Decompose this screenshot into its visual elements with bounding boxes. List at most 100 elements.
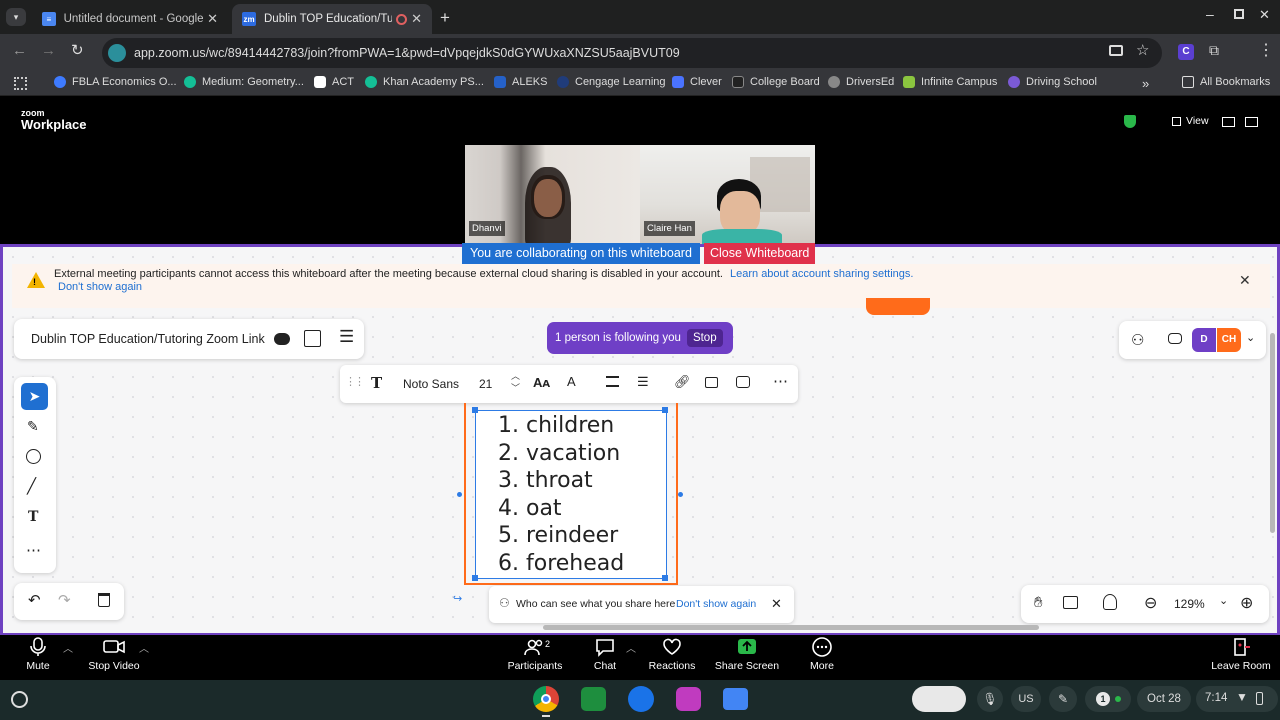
- tab-zoom[interactable]: zm Dublin TOP Education/Tuto ✕: [232, 4, 432, 34]
- stylus-icon[interactable]: ✎: [1049, 686, 1077, 712]
- font-family-select[interactable]: Noto Sans: [403, 377, 459, 391]
- zoom-out-icon[interactable]: ⊖: [1144, 593, 1157, 613]
- close-tab-icon[interactable]: ✕: [207, 11, 218, 27]
- comments-icon[interactable]: [1168, 333, 1182, 344]
- reactions-button[interactable]: Reactions: [649, 637, 695, 672]
- text-case-icon[interactable]: Aᴀ: [533, 375, 550, 390]
- side-handle[interactable]: [678, 492, 683, 497]
- fullscreen-icon[interactable]: [1245, 117, 1258, 127]
- redo-icon[interactable]: ↷: [58, 591, 71, 609]
- text-box-selection[interactable]: 1. children 2. vacation 3. throat 4. oat…: [475, 410, 667, 579]
- video-tile-dhanvi[interactable]: Dhanvi: [465, 145, 640, 244]
- bookmark-star-icon[interactable]: ☆: [1136, 41, 1149, 59]
- align-icon[interactable]: [606, 376, 619, 387]
- bookmark-item[interactable]: Cengage Learning: [557, 76, 666, 88]
- connector-icon[interactable]: ↪: [453, 592, 462, 605]
- back-icon[interactable]: ←: [12, 42, 27, 59]
- security-shield-icon[interactable]: [1124, 115, 1136, 128]
- new-tab-button[interactable]: +: [440, 8, 450, 28]
- files-app-icon[interactable]: [723, 688, 748, 710]
- classroom-app-icon[interactable]: [581, 687, 606, 711]
- comment-icon[interactable]: [736, 376, 750, 388]
- tab-google-docs[interactable]: ≡ Untitled document - Google Do ✕: [32, 4, 228, 34]
- learn-sharing-settings-link[interactable]: Learn about account sharing settings.: [730, 268, 913, 280]
- bookmark-item[interactable]: College Board: [732, 76, 820, 88]
- link-icon[interactable]: 🔗︎: [674, 374, 691, 390]
- video-options-chevron-icon[interactable]: ︿: [139, 640, 149, 655]
- holding-space-tray[interactable]: [912, 686, 966, 712]
- zoom-in-icon[interactable]: ⊕: [1240, 593, 1253, 613]
- text-tool-icon[interactable]: T: [371, 374, 382, 392]
- hand-tool-icon[interactable]: ✋︎: [1034, 594, 1043, 611]
- whiteboard-title[interactable]: Dublin TOP Education/Tutoring Zoom Link: [31, 332, 265, 346]
- forward-icon[interactable]: →: [41, 42, 56, 59]
- audio-options-chevron-icon[interactable]: ︿: [63, 640, 73, 655]
- vertical-scrollbar[interactable]: [1270, 333, 1275, 533]
- view-button[interactable]: View: [1172, 115, 1209, 127]
- present-icon[interactable]: [1063, 596, 1078, 609]
- select-tool-icon[interactable]: ➤: [21, 383, 48, 410]
- avatar-d[interactable]: D: [1192, 328, 1216, 352]
- zoom-level-select[interactable]: 129%: [1174, 597, 1205, 611]
- tab-search-icon[interactable]: ▾: [6, 8, 26, 26]
- hamburger-menu-icon[interactable]: ☰: [339, 327, 354, 347]
- numbered-list-icon[interactable]: ☰: [637, 374, 649, 390]
- undo-icon[interactable]: ↶: [28, 591, 41, 609]
- participants-button[interactable]: Participants: [508, 637, 562, 672]
- bookmark-item[interactable]: Clever: [672, 76, 722, 88]
- whiteboard-canvas[interactable]: ! External meeting participants cannot a…: [0, 244, 1280, 635]
- font-size-input[interactable]: 21: [479, 377, 492, 391]
- close-window-icon[interactable]: ✕: [1259, 7, 1270, 23]
- font-size-stepper-icon[interactable]: ︿ ﹀: [511, 370, 520, 394]
- video-tile-claire-han[interactable]: Claire Han: [640, 145, 815, 244]
- launcher-icon[interactable]: [11, 691, 28, 708]
- site-info-icon[interactable]: [108, 44, 126, 62]
- resize-handle[interactable]: [662, 575, 668, 581]
- extensions-icon[interactable]: ⧉: [1209, 42, 1219, 59]
- minimize-icon[interactable]: –: [1206, 6, 1214, 22]
- bookmark-item[interactable]: Khan Academy PS...: [365, 76, 484, 88]
- minimize-meeting-icon[interactable]: [1222, 117, 1235, 127]
- share-dont-show-link[interactable]: Don't show again: [676, 598, 756, 610]
- gallery-app-icon[interactable]: [676, 687, 701, 711]
- chat-options-chevron-icon[interactable]: ︿: [626, 640, 636, 655]
- horizontal-scrollbar[interactable]: [543, 625, 1039, 630]
- dictation-microphone-icon[interactable]: 🎙︎: [977, 686, 1003, 712]
- stop-following-button[interactable]: Stop: [686, 329, 723, 347]
- apps-icon[interactable]: [14, 77, 27, 90]
- bookmark-item[interactable]: DriversEd: [828, 76, 894, 88]
- camera-app-icon[interactable]: [628, 686, 654, 712]
- bookmark-item[interactable]: Infinite Campus: [903, 76, 997, 88]
- bookmark-item[interactable]: ALEKS: [494, 76, 547, 88]
- bookmark-item[interactable]: Driving School: [1008, 76, 1097, 88]
- share-screen-button[interactable]: Share Screen: [715, 637, 779, 672]
- chrome-app-icon[interactable]: [533, 686, 559, 712]
- pages-icon[interactable]: [304, 330, 321, 347]
- resize-handle[interactable]: [472, 575, 478, 581]
- bookmark-item[interactable]: FBLA Economics O...: [54, 76, 177, 88]
- menu-icon[interactable]: ⋮: [1258, 40, 1274, 60]
- chevron-down-icon[interactable]: ⌄: [1219, 594, 1228, 607]
- reload-icon[interactable]: ↻: [71, 41, 84, 59]
- invite-collaborators-icon[interactable]: ⚇: [1131, 331, 1144, 349]
- close-notice-icon[interactable]: ✕: [1239, 272, 1251, 289]
- more-bookmarks-icon[interactable]: »: [1142, 76, 1149, 91]
- cloud-saved-icon[interactable]: [274, 333, 290, 345]
- shapes-tool-icon[interactable]: [26, 449, 41, 464]
- stop-video-button[interactable]: Stop Video: [88, 637, 140, 672]
- avatar-ch[interactable]: CH: [1217, 328, 1241, 352]
- close-tab-icon[interactable]: ✕: [411, 11, 422, 27]
- resize-handle[interactable]: [472, 407, 478, 413]
- chat-button[interactable]: Chat: [591, 637, 619, 672]
- more-tools-icon[interactable]: ⋯: [26, 541, 41, 559]
- close-whiteboard-button[interactable]: Close Whiteboard: [704, 243, 816, 264]
- text-color-icon[interactable]: A: [567, 374, 576, 389]
- date-display[interactable]: Oct 28: [1137, 686, 1191, 712]
- install-app-icon[interactable]: [1109, 45, 1123, 56]
- maximize-icon[interactable]: [1234, 9, 1244, 19]
- leave-room-button[interactable]: Leave Room: [1210, 637, 1272, 672]
- profile-c-icon[interactable]: C: [1178, 44, 1194, 60]
- drag-handle-icon[interactable]: ⋮⋮: [345, 375, 365, 388]
- close-hint-icon[interactable]: ✕: [771, 596, 782, 612]
- pen-tool-icon[interactable]: ✎: [27, 418, 39, 435]
